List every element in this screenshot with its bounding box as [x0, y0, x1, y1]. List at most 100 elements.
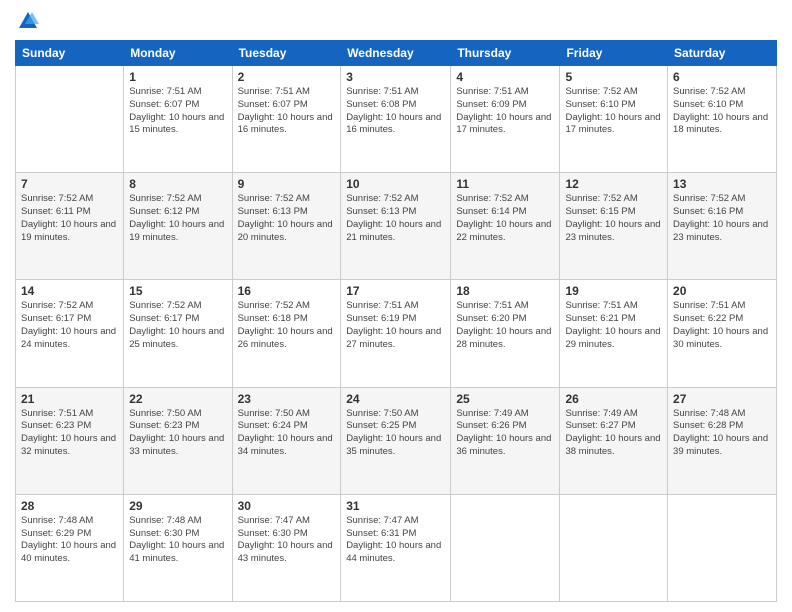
calendar-cell: 22 Sunrise: 7:50 AMSunset: 6:23 PMDayligh…	[124, 387, 232, 494]
day-number: 19	[565, 284, 662, 298]
day-info: Sunrise: 7:50 AMSunset: 6:24 PMDaylight:…	[238, 408, 336, 459]
calendar-cell: 30 Sunrise: 7:47 AMSunset: 6:30 PMDayligh…	[232, 494, 341, 601]
day-number: 16	[238, 284, 336, 298]
calendar-cell: 1 Sunrise: 7:51 AMSunset: 6:07 PMDaylight…	[124, 66, 232, 173]
calendar-cell: 24Sunrise: 7:50 AMSunset: 6:25 PMDayligh…	[341, 387, 451, 494]
calendar-cell	[16, 66, 124, 173]
day-info: Sunrise: 7:52 AMSunset: 6:18 PMDaylight:…	[238, 300, 336, 351]
day-number: 27	[673, 392, 771, 406]
logo-icon	[17, 10, 39, 32]
calendar-table: Sunday Monday Tuesday Wednesday Thursday…	[15, 40, 777, 602]
day-number: 11	[456, 177, 554, 191]
col-tuesday: Tuesday	[232, 41, 341, 66]
logo	[15, 10, 39, 32]
col-friday: Friday	[560, 41, 668, 66]
calendar-week-2: 7 Sunrise: 7:52 AMSunset: 6:11 PMDaylight…	[16, 173, 777, 280]
day-info: Sunrise: 7:49 AMSunset: 6:26 PMDaylight:…	[456, 408, 554, 459]
calendar-cell: 18 Sunrise: 7:51 AMSunset: 6:20 PMDayligh…	[451, 280, 560, 387]
day-number: 15	[129, 284, 226, 298]
day-number: 17	[346, 284, 445, 298]
calendar-cell: 12 Sunrise: 7:52 AMSunset: 6:15 PMDayligh…	[560, 173, 668, 280]
day-number: 28	[21, 499, 118, 513]
calendar-cell: 16 Sunrise: 7:52 AMSunset: 6:18 PMDayligh…	[232, 280, 341, 387]
calendar-cell: 29 Sunrise: 7:48 AMSunset: 6:30 PMDayligh…	[124, 494, 232, 601]
day-number: 1	[129, 70, 226, 84]
day-info: Sunrise: 7:51 AMSunset: 6:22 PMDaylight:…	[673, 300, 771, 351]
page: Sunday Monday Tuesday Wednesday Thursday…	[0, 0, 792, 612]
day-number: 22	[129, 392, 226, 406]
header	[15, 10, 777, 32]
day-info: Sunrise: 7:50 AMSunset: 6:25 PMDaylight:…	[346, 408, 445, 459]
calendar-week-1: 1 Sunrise: 7:51 AMSunset: 6:07 PMDaylight…	[16, 66, 777, 173]
calendar-cell: 7 Sunrise: 7:52 AMSunset: 6:11 PMDaylight…	[16, 173, 124, 280]
day-number: 12	[565, 177, 662, 191]
day-info: Sunrise: 7:51 AMSunset: 6:20 PMDaylight:…	[456, 300, 554, 351]
day-info: Sunrise: 7:52 AMSunset: 6:17 PMDaylight:…	[129, 300, 226, 351]
day-info: Sunrise: 7:47 AMSunset: 6:30 PMDaylight:…	[238, 515, 336, 566]
calendar-cell: 19 Sunrise: 7:51 AMSunset: 6:21 PMDayligh…	[560, 280, 668, 387]
day-info: Sunrise: 7:52 AMSunset: 6:10 PMDaylight:…	[565, 86, 662, 137]
day-info: Sunrise: 7:52 AMSunset: 6:13 PMDaylight:…	[346, 193, 445, 244]
calendar-week-4: 21Sunrise: 7:51 AMSunset: 6:23 PMDayligh…	[16, 387, 777, 494]
day-info: Sunrise: 7:48 AMSunset: 6:28 PMDaylight:…	[673, 408, 771, 459]
day-info: Sunrise: 7:47 AMSunset: 6:31 PMDaylight:…	[346, 515, 445, 566]
day-number: 2	[238, 70, 336, 84]
day-number: 25	[456, 392, 554, 406]
day-number: 6	[673, 70, 771, 84]
day-info: Sunrise: 7:52 AMSunset: 6:17 PMDaylight:…	[21, 300, 118, 351]
calendar-cell: 8 Sunrise: 7:52 AMSunset: 6:12 PMDaylight…	[124, 173, 232, 280]
col-monday: Monday	[124, 41, 232, 66]
calendar-cell: 15 Sunrise: 7:52 AMSunset: 6:17 PMDayligh…	[124, 280, 232, 387]
calendar-cell: 20 Sunrise: 7:51 AMSunset: 6:22 PMDayligh…	[668, 280, 777, 387]
day-number: 14	[21, 284, 118, 298]
day-info: Sunrise: 7:49 AMSunset: 6:27 PMDaylight:…	[565, 408, 662, 459]
calendar-cell: 9Sunrise: 7:52 AMSunset: 6:13 PMDaylight…	[232, 173, 341, 280]
calendar-cell: 11 Sunrise: 7:52 AMSunset: 6:14 PMDayligh…	[451, 173, 560, 280]
calendar-cell: 21Sunrise: 7:51 AMSunset: 6:23 PMDayligh…	[16, 387, 124, 494]
calendar-cell: 28 Sunrise: 7:48 AMSunset: 6:29 PMDayligh…	[16, 494, 124, 601]
day-number: 29	[129, 499, 226, 513]
day-number: 18	[456, 284, 554, 298]
calendar-cell	[560, 494, 668, 601]
day-number: 21	[21, 392, 118, 406]
day-number: 23	[238, 392, 336, 406]
day-info: Sunrise: 7:52 AMSunset: 6:14 PMDaylight:…	[456, 193, 554, 244]
day-number: 13	[673, 177, 771, 191]
day-number: 7	[21, 177, 118, 191]
day-info: Sunrise: 7:51 AMSunset: 6:21 PMDaylight:…	[565, 300, 662, 351]
calendar-cell: 14 Sunrise: 7:52 AMSunset: 6:17 PMDayligh…	[16, 280, 124, 387]
day-number: 30	[238, 499, 336, 513]
day-info: Sunrise: 7:50 AMSunset: 6:23 PMDaylight:…	[129, 408, 226, 459]
col-saturday: Saturday	[668, 41, 777, 66]
day-number: 26	[565, 392, 662, 406]
calendar-cell: 23 Sunrise: 7:50 AMSunset: 6:24 PMDayligh…	[232, 387, 341, 494]
col-sunday: Sunday	[16, 41, 124, 66]
day-number: 10	[346, 177, 445, 191]
day-number: 4	[456, 70, 554, 84]
calendar-week-5: 28 Sunrise: 7:48 AMSunset: 6:29 PMDayligh…	[16, 494, 777, 601]
day-info: Sunrise: 7:52 AMSunset: 6:16 PMDaylight:…	[673, 193, 771, 244]
day-info: Sunrise: 7:52 AMSunset: 6:12 PMDaylight:…	[129, 193, 226, 244]
day-number: 20	[673, 284, 771, 298]
day-number: 31	[346, 499, 445, 513]
day-info: Sunrise: 7:51 AMSunset: 6:07 PMDaylight:…	[129, 86, 226, 137]
day-info: Sunrise: 7:52 AMSunset: 6:11 PMDaylight:…	[21, 193, 118, 244]
calendar-cell: 13 Sunrise: 7:52 AMSunset: 6:16 PMDayligh…	[668, 173, 777, 280]
calendar-week-3: 14 Sunrise: 7:52 AMSunset: 6:17 PMDayligh…	[16, 280, 777, 387]
day-info: Sunrise: 7:51 AMSunset: 6:07 PMDaylight:…	[238, 86, 336, 137]
day-number: 3	[346, 70, 445, 84]
calendar-cell: 3Sunrise: 7:51 AMSunset: 6:08 PMDaylight…	[341, 66, 451, 173]
day-info: Sunrise: 7:52 AMSunset: 6:15 PMDaylight:…	[565, 193, 662, 244]
day-info: Sunrise: 7:52 AMSunset: 6:13 PMDaylight:…	[238, 193, 336, 244]
calendar-cell	[451, 494, 560, 601]
day-number: 8	[129, 177, 226, 191]
day-number: 5	[565, 70, 662, 84]
day-info: Sunrise: 7:48 AMSunset: 6:30 PMDaylight:…	[129, 515, 226, 566]
col-wednesday: Wednesday	[341, 41, 451, 66]
day-info: Sunrise: 7:52 AMSunset: 6:10 PMDaylight:…	[673, 86, 771, 137]
calendar-cell: 17Sunrise: 7:51 AMSunset: 6:19 PMDayligh…	[341, 280, 451, 387]
header-row: Sunday Monday Tuesday Wednesday Thursday…	[16, 41, 777, 66]
calendar-cell: 4Sunrise: 7:51 AMSunset: 6:09 PMDaylight…	[451, 66, 560, 173]
calendar-cell	[668, 494, 777, 601]
day-info: Sunrise: 7:48 AMSunset: 6:29 PMDaylight:…	[21, 515, 118, 566]
